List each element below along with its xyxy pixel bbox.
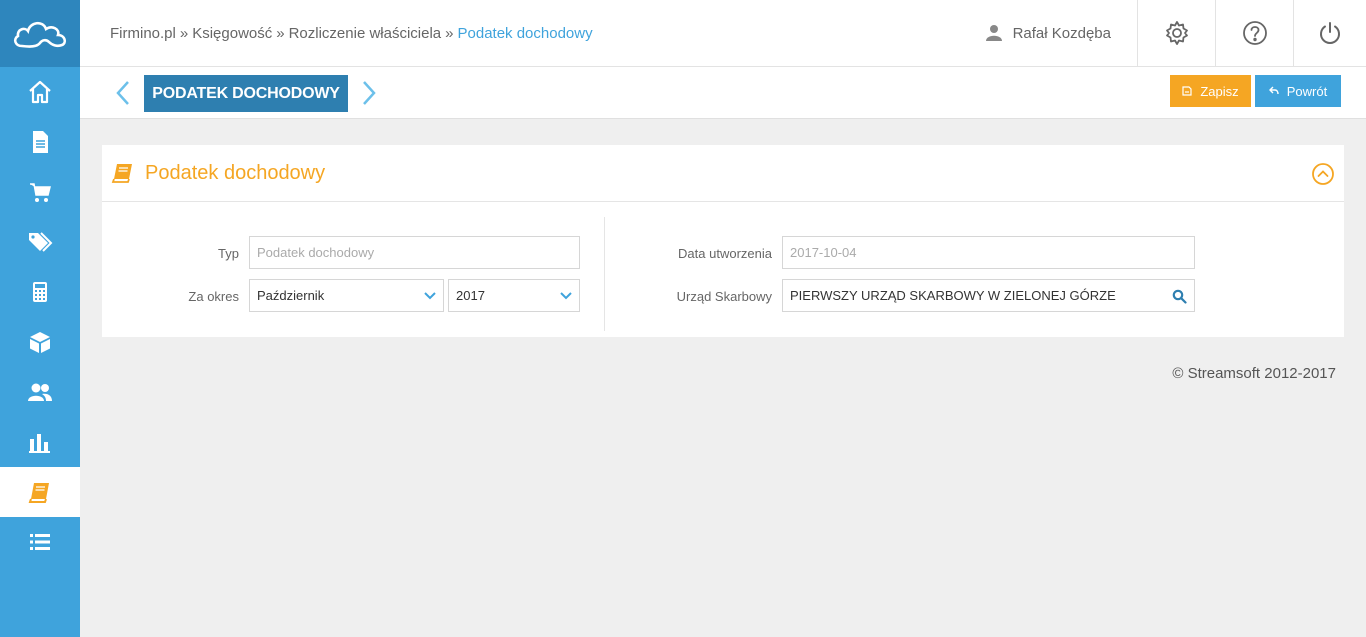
page-tag-label: PODATEK DOCHODOWY: [152, 84, 340, 102]
breadcrumb-item-current: Podatek dochodowy: [457, 24, 593, 42]
list-icon: [30, 534, 50, 550]
calculator-icon: [33, 282, 47, 302]
cloud-icon: [13, 21, 67, 48]
panel-title: Podatek dochodowy: [145, 161, 326, 184]
column-divider: [604, 217, 605, 331]
help-icon: [1242, 21, 1267, 45]
urzad-field-value: PIERWSZY URZĄD SKARBOWY W ZIELONEJ GÓRZE: [790, 288, 1116, 303]
sidebar-item-warehouse[interactable]: [0, 317, 80, 367]
user-icon: [985, 25, 1002, 41]
sidebar-item-purchases[interactable]: [0, 167, 80, 217]
chevron-down-icon: [560, 292, 572, 300]
app-logo[interactable]: [0, 0, 80, 67]
back-button[interactable]: Powrót: [1255, 75, 1341, 107]
page-tag: PODATEK DOCHODOWY: [144, 75, 348, 112]
document-icon: [33, 131, 48, 153]
cart-icon: [30, 183, 51, 202]
month-select[interactable]: Październik: [249, 279, 444, 312]
undo-icon: [1268, 86, 1279, 95]
data-utworzenia-field[interactable]: 2017-10-04: [782, 236, 1195, 269]
save-icon: [1182, 86, 1192, 96]
save-button-label: Zapisz: [1200, 83, 1239, 99]
breadcrumb: Firmino.pl » Księgowość » Rozliczenie wł…: [110, 25, 985, 42]
power-icon: [1320, 22, 1340, 44]
sidebar-item-reports[interactable]: [0, 417, 80, 467]
breadcrumb-item-rozliczenie[interactable]: Rozliczenie właściciela: [289, 25, 442, 42]
typ-label: Typ: [218, 246, 239, 261]
month-select-value: Październik: [257, 288, 325, 303]
search-icon[interactable]: [1172, 289, 1187, 304]
urzad-field[interactable]: PIERWSZY URZĄD SKARBOWY W ZIELONEJ GÓRZE: [782, 279, 1195, 312]
home-icon: [29, 80, 51, 104]
user-name: Rafał Kozdęba: [1012, 24, 1111, 42]
back-button-label: Powrót: [1286, 83, 1328, 99]
breadcrumb-item-ksiegowosc[interactable]: Księgowość: [192, 25, 272, 42]
logout-button[interactable]: [1293, 0, 1366, 67]
collapse-icon[interactable]: [1312, 163, 1334, 185]
panel-header: Podatek dochodowy: [102, 145, 1344, 202]
users-icon: [28, 383, 52, 401]
book-icon: [111, 164, 132, 183]
sidebar-item-contractors[interactable]: [0, 367, 80, 417]
data-utworzenia-value: 2017-10-04: [790, 245, 857, 260]
breadcrumb-separator: »: [179, 24, 189, 42]
sidebar-item-documents[interactable]: [0, 117, 80, 167]
sidebar-item-accounting[interactable]: [0, 467, 80, 517]
footer-copyright: © Streamsoft 2012-2017: [1172, 365, 1336, 382]
sidebar-item-list[interactable]: [0, 517, 80, 567]
sidebar: [0, 0, 80, 637]
breadcrumb-item-home[interactable]: Firmino.pl: [110, 25, 176, 42]
typ-field-value: Podatek dochodowy: [257, 245, 375, 260]
sidebar-item-home[interactable]: [0, 67, 80, 117]
top-header: Firmino.pl » Księgowość » Rozliczenie wł…: [80, 0, 1366, 67]
sidebar-item-sales[interactable]: [0, 217, 80, 267]
year-select[interactable]: 2017: [448, 279, 580, 312]
save-button[interactable]: Zapisz: [1170, 75, 1251, 107]
bar-chart-icon: [29, 434, 50, 453]
box-icon: [30, 332, 50, 353]
tags-icon: [29, 232, 53, 252]
typ-field[interactable]: Podatek dochodowy: [249, 236, 580, 269]
sidebar-item-calculator[interactable]: [0, 267, 80, 317]
chevron-left-icon[interactable]: [113, 79, 133, 107]
okres-label: Za okres: [188, 289, 239, 304]
book-icon: [28, 483, 49, 503]
breadcrumb-separator: »: [445, 24, 454, 42]
help-button[interactable]: [1215, 0, 1293, 67]
year-select-value: 2017: [456, 288, 485, 303]
sub-header: PODATEK DOCHODOWY Zapisz Powrót: [80, 67, 1366, 119]
user-menu[interactable]: Rafał Kozdęba: [985, 24, 1111, 42]
settings-button[interactable]: [1137, 0, 1215, 67]
data-utworzenia-label: Data utworzenia: [678, 246, 772, 261]
chevron-down-icon: [424, 292, 436, 300]
urzad-label: Urząd Skarbowy: [676, 289, 772, 304]
gear-icon: [1165, 21, 1188, 45]
breadcrumb-separator: »: [276, 24, 285, 42]
tax-panel: Podatek dochodowy Typ Podatek dochodowy …: [102, 145, 1344, 337]
chevron-right-icon[interactable]: [359, 79, 379, 107]
